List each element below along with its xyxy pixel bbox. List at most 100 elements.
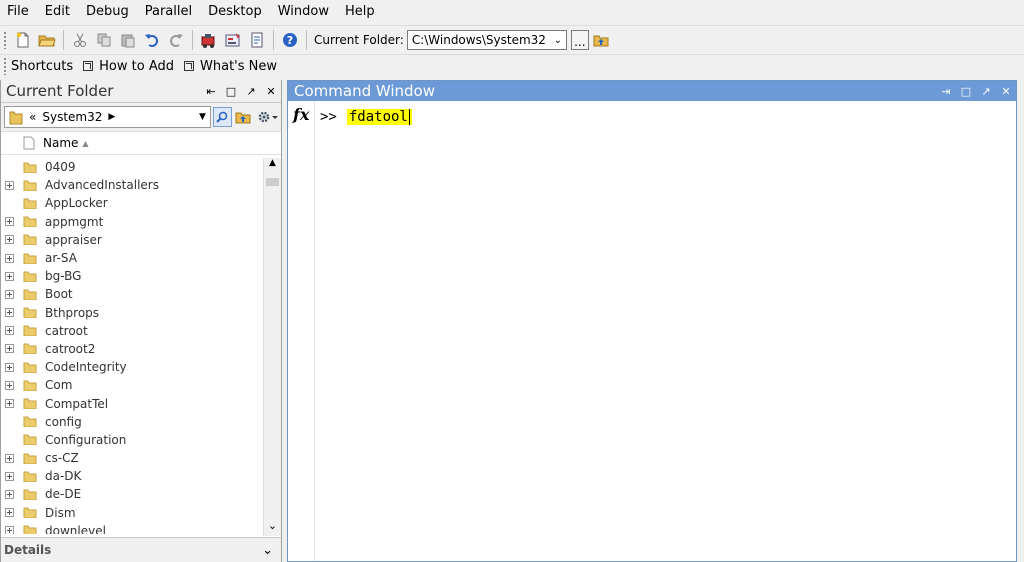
- expand-icon[interactable]: [5, 344, 14, 354]
- expand-icon[interactable]: [5, 508, 14, 518]
- list-item[interactable]: AdvancedInstallers: [1, 176, 263, 194]
- folder-icon: [23, 507, 37, 519]
- expand-icon[interactable]: [5, 235, 14, 245]
- list-item[interactable]: AppLocker: [1, 194, 263, 212]
- list-item[interactable]: CodeIntegrity: [1, 358, 263, 376]
- address-prefix[interactable]: «: [29, 110, 36, 124]
- expand-icon[interactable]: [5, 399, 14, 409]
- menu-edit[interactable]: Edit: [37, 0, 78, 24]
- scroll-thumb[interactable]: [266, 178, 279, 186]
- list-item[interactable]: da-DK: [1, 467, 263, 485]
- expand-icon[interactable]: [5, 380, 14, 390]
- menu-help[interactable]: Help: [337, 0, 383, 24]
- toolbar-grip[interactable]: [3, 31, 7, 49]
- settings-button[interactable]: [256, 106, 280, 128]
- search-button[interactable]: [212, 107, 232, 127]
- expand-icon[interactable]: [5, 471, 14, 481]
- list-item[interactable]: Com: [1, 376, 263, 394]
- undock-panel-icon[interactable]: ↗: [241, 85, 261, 98]
- list-item[interactable]: cs-CZ: [1, 449, 263, 467]
- column-name[interactable]: Name: [43, 136, 78, 150]
- cut-button[interactable]: [69, 29, 91, 51]
- folder-icon: [23, 180, 37, 191]
- list-item[interactable]: Dism: [1, 504, 263, 522]
- expand-icon[interactable]: [5, 362, 14, 372]
- list-item[interactable]: catroot: [1, 322, 263, 340]
- shortcuts-label[interactable]: Shortcuts: [11, 59, 73, 74]
- address-crumb[interactable]: System32: [42, 110, 102, 124]
- chevron-down-icon[interactable]: ⌄: [262, 543, 273, 558]
- menu-file[interactable]: File: [0, 0, 37, 24]
- maximize-panel-icon[interactable]: □: [956, 85, 976, 98]
- copy-button[interactable]: [93, 29, 115, 51]
- profiler-button[interactable]: [246, 29, 268, 51]
- command-input[interactable]: fdatool: [346, 109, 412, 125]
- expand-icon[interactable]: [5, 271, 14, 281]
- maximize-panel-icon[interactable]: □: [221, 85, 241, 98]
- browse-folder-button[interactable]: ...: [570, 30, 589, 50]
- folder-icon: [23, 343, 37, 355]
- folder-name: config: [45, 414, 82, 429]
- expand-icon[interactable]: [5, 217, 14, 227]
- redo-button[interactable]: [165, 29, 187, 51]
- simulink-button[interactable]: [198, 29, 220, 51]
- expand-icon[interactable]: [5, 308, 14, 318]
- expand-icon[interactable]: [5, 180, 14, 190]
- undo-icon: [145, 34, 158, 47]
- menu-window[interactable]: Window: [270, 0, 337, 24]
- list-item[interactable]: catroot2: [1, 340, 263, 358]
- how-to-add-link[interactable]: How to Add: [83, 59, 174, 74]
- svg-text:?: ?: [287, 34, 293, 47]
- list-item[interactable]: Bthprops: [1, 304, 263, 322]
- vertical-scrollbar[interactable]: ▲ ⌄: [263, 158, 281, 536]
- list-item[interactable]: appmgmt: [1, 213, 263, 231]
- paste-button[interactable]: [117, 29, 139, 51]
- details-bar[interactable]: Details ⌄: [1, 537, 281, 562]
- up-folder-button[interactable]: [590, 29, 612, 51]
- menu-parallel[interactable]: Parallel: [137, 0, 200, 24]
- list-item[interactable]: bg-BG: [1, 267, 263, 285]
- undo-button[interactable]: [141, 29, 163, 51]
- close-icon[interactable]: ✕: [261, 85, 281, 98]
- expand-icon[interactable]: [5, 526, 14, 534]
- list-item[interactable]: 0409: [1, 158, 263, 176]
- chevron-right-icon[interactable]: ▶: [108, 112, 115, 122]
- list-item[interactable]: config: [1, 413, 263, 431]
- help-button[interactable]: ?: [279, 29, 301, 51]
- command-line[interactable]: >> fdatool: [320, 109, 412, 125]
- expand-icon[interactable]: [5, 289, 14, 299]
- list-item[interactable]: appraiser: [1, 231, 263, 249]
- chevron-down-icon[interactable]: ⌄: [550, 35, 566, 46]
- open-file-button[interactable]: [36, 29, 58, 51]
- undock-panel-icon[interactable]: ↗: [976, 85, 996, 98]
- menu-desktop[interactable]: Desktop: [200, 0, 270, 24]
- whats-new-link[interactable]: What's New: [184, 59, 277, 74]
- expand-icon[interactable]: [5, 253, 14, 263]
- external-link-icon: [83, 61, 94, 71]
- current-folder-combo[interactable]: C:\Windows\System32 ⌄: [406, 30, 567, 50]
- shortcuts-grip[interactable]: [3, 57, 7, 75]
- minimize-panel-icon[interactable]: ⇤: [201, 85, 221, 98]
- expand-icon[interactable]: [5, 489, 14, 499]
- function-browser-icon[interactable]: fx: [293, 105, 309, 124]
- scissors-icon: [74, 33, 86, 47]
- list-item[interactable]: Configuration: [1, 431, 263, 449]
- chevron-down-icon[interactable]: ▼: [199, 112, 206, 122]
- menu-debug[interactable]: Debug: [78, 0, 137, 24]
- scroll-up-icon[interactable]: ▲: [264, 158, 281, 175]
- up-folder-button[interactable]: [233, 106, 254, 128]
- list-item[interactable]: CompatTel: [1, 394, 263, 412]
- address-bar[interactable]: « System32 ▶ ▼: [4, 106, 211, 128]
- expand-icon[interactable]: [5, 453, 14, 463]
- list-item[interactable]: Boot: [1, 285, 263, 303]
- list-item[interactable]: de-DE: [1, 485, 263, 503]
- expand-icon[interactable]: [5, 326, 14, 336]
- scroll-down-icon[interactable]: ⌄: [264, 519, 281, 536]
- minimize-panel-icon[interactable]: ⇥: [936, 85, 956, 98]
- list-item[interactable]: downlevel: [1, 522, 263, 534]
- list-item[interactable]: ar-SA: [1, 249, 263, 267]
- list-header[interactable]: Name ▲: [1, 132, 281, 155]
- guide-button[interactable]: [222, 29, 244, 51]
- close-icon[interactable]: ✕: [996, 85, 1016, 98]
- new-file-button[interactable]: [12, 29, 34, 51]
